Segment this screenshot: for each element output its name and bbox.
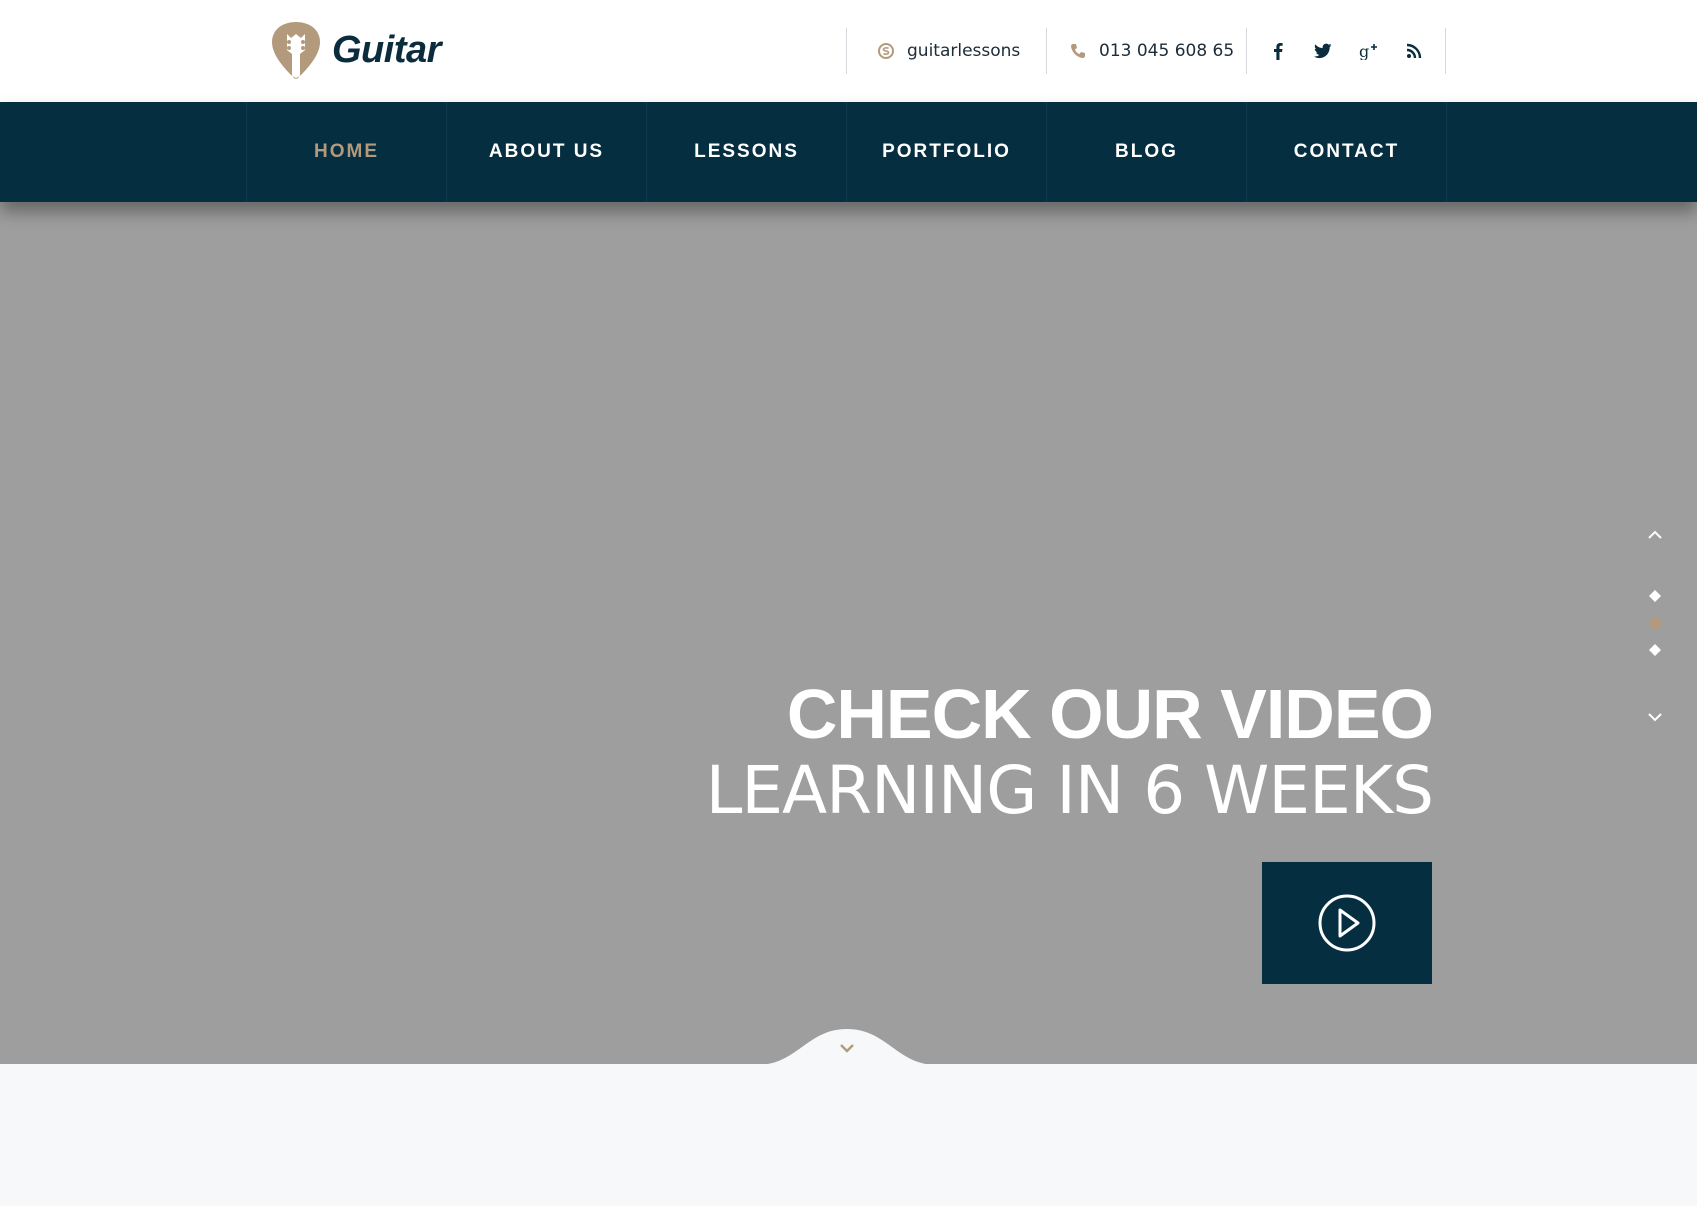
logo[interactable]: Guitar — [270, 20, 441, 80]
nav-item-home[interactable]: HOME — [247, 102, 447, 202]
chevron-down-icon[interactable] — [1644, 706, 1666, 728]
hero-subtitle: LEARNING IN 6 WEEKS — [705, 752, 1434, 829]
nav-item-portfolio[interactable]: PORTFOLIO — [847, 102, 1047, 202]
play-circle-icon — [1318, 894, 1376, 952]
content-section — [0, 1064, 1697, 1206]
main-navigation: HOME ABOUT US LESSONS PORTFOLIO BLOG CON… — [0, 102, 1697, 202]
guitar-pick-logo-icon — [272, 22, 320, 79]
nav-item-contact[interactable]: CONTACT — [1247, 102, 1447, 202]
scroll-down-button[interactable] — [757, 1025, 937, 1065]
skype-text: guitarlessons — [907, 41, 1021, 61]
slide-dot-3[interactable] — [1649, 644, 1661, 656]
top-bar: Guitar guitarlessons 013 045 608 65 g — [0, 0, 1697, 102]
nav-item-blog[interactable]: BLOG — [1047, 102, 1247, 202]
rss-icon[interactable] — [1404, 41, 1424, 61]
skype-contact[interactable]: guitarlessons — [846, 28, 1046, 74]
logo-text: Guitar — [332, 28, 441, 71]
phone-icon — [1071, 44, 1085, 58]
twitter-icon[interactable] — [1313, 41, 1333, 61]
nav-list: HOME ABOUT US LESSONS PORTFOLIO BLOG CON… — [246, 102, 1447, 202]
phone-text: 013 045 608 65 — [1099, 41, 1235, 61]
phone-contact[interactable]: 013 045 608 65 — [1046, 28, 1246, 74]
svg-text:g: g — [1359, 42, 1369, 60]
slide-dot-1[interactable] — [1649, 590, 1661, 602]
slider-side-nav — [1640, 202, 1670, 1064]
facebook-icon[interactable] — [1268, 41, 1288, 61]
nav-item-lessons[interactable]: LESSONS — [647, 102, 847, 202]
chevron-up-icon[interactable] — [1644, 524, 1666, 546]
social-links: g — [1246, 28, 1446, 74]
slide-dot-2-active[interactable] — [1649, 617, 1661, 629]
hero-slider: CHECK OUR VIDEO LEARNING IN 6 WEEKS — [0, 202, 1697, 1065]
play-video-button[interactable] — [1262, 862, 1432, 984]
nav-item-about-us[interactable]: ABOUT US — [447, 102, 647, 202]
hero-title: CHECK OUR VIDEO — [786, 675, 1434, 753]
google-plus-icon[interactable]: g — [1359, 41, 1379, 61]
skype-icon — [878, 43, 894, 59]
